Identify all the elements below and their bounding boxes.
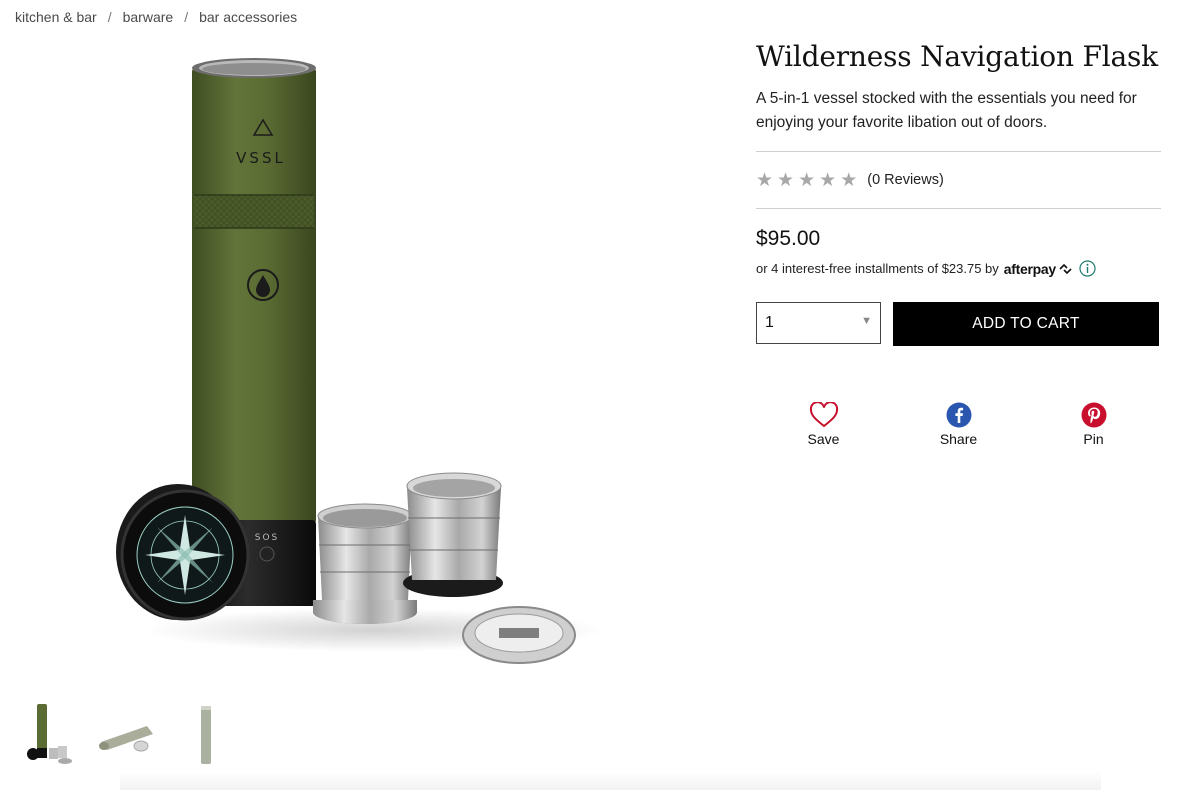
image-bottom-fade bbox=[120, 772, 1101, 790]
divider bbox=[756, 208, 1161, 209]
product-main-image[interactable]: VSSL SOS bbox=[95, 40, 615, 680]
afterpay-logo: afterpay bbox=[1003, 260, 1056, 277]
purchase-controls: 1 ▼ ADD TO CART bbox=[756, 302, 1161, 346]
product-description: A 5-in-1 vessel stocked with the essenti… bbox=[756, 90, 1137, 131]
star-icon: ★ bbox=[819, 168, 837, 191]
pin-label: Pin bbox=[1083, 431, 1104, 447]
star-icon: ★ bbox=[777, 168, 795, 191]
rating-stars[interactable]: ★ ★ ★ ★ ★ bbox=[756, 168, 858, 191]
star-icon: ★ bbox=[798, 168, 816, 191]
flask-brand-text: VSSL bbox=[236, 149, 286, 167]
product-price: $95.00 bbox=[756, 227, 821, 250]
share-label: Share bbox=[939, 431, 978, 447]
pinterest-icon bbox=[1081, 402, 1106, 428]
breadcrumb-link-bar-accessories[interactable]: bar accessories bbox=[199, 9, 297, 25]
quantity-select[interactable]: 1 ▼ bbox=[756, 302, 881, 344]
star-icon: ★ bbox=[840, 168, 858, 191]
social-actions: Save Share Pin bbox=[756, 402, 1161, 447]
breadcrumb-link-barware[interactable]: barware bbox=[123, 9, 174, 25]
flask-illustration: VSSL SOS bbox=[116, 58, 605, 664]
chevron-down-icon: ▼ bbox=[861, 315, 872, 327]
product-rating: ★ ★ ★ ★ ★ (0 Reviews) bbox=[756, 152, 1161, 208]
facebook-icon bbox=[946, 402, 971, 428]
info-circle-icon[interactable] bbox=[1079, 260, 1096, 277]
share-button[interactable]: Share bbox=[914, 402, 1004, 447]
afterpay-text: or 4 interest-free installments of $23.7… bbox=[756, 261, 999, 276]
afterpay-arrows-icon bbox=[1059, 263, 1072, 274]
save-label: Save bbox=[807, 431, 840, 447]
product-title: Wilderness Navigation Flask bbox=[756, 40, 1158, 73]
thumbnail-strip bbox=[25, 702, 231, 768]
afterpay-message: or 4 interest-free installments of $23.7… bbox=[756, 260, 1161, 277]
save-button[interactable]: Save bbox=[779, 402, 869, 447]
heart-icon bbox=[809, 402, 838, 428]
breadcrumb-link-kitchen-bar[interactable]: kitchen & bar bbox=[15, 9, 97, 25]
star-icon: ★ bbox=[756, 168, 774, 191]
quantity-value: 1 bbox=[765, 314, 774, 331]
thumbnail-2[interactable] bbox=[97, 702, 159, 768]
thumbnail-1[interactable] bbox=[25, 702, 75, 768]
add-to-cart-button[interactable]: ADD TO CART bbox=[893, 302, 1159, 346]
breadcrumb: kitchen & bar / barware / bar accessorie… bbox=[15, 9, 297, 25]
breadcrumb-separator: / bbox=[184, 9, 189, 25]
flask-sos-text: SOS bbox=[255, 533, 280, 543]
product-info-panel: Wilderness Navigation Flask A 5-in-1 ves… bbox=[756, 40, 1161, 447]
reviews-link[interactable]: (0 Reviews) bbox=[867, 172, 944, 188]
breadcrumb-separator: / bbox=[107, 9, 112, 25]
thumbnail-3[interactable] bbox=[181, 702, 231, 768]
pin-button[interactable]: Pin bbox=[1049, 402, 1139, 447]
